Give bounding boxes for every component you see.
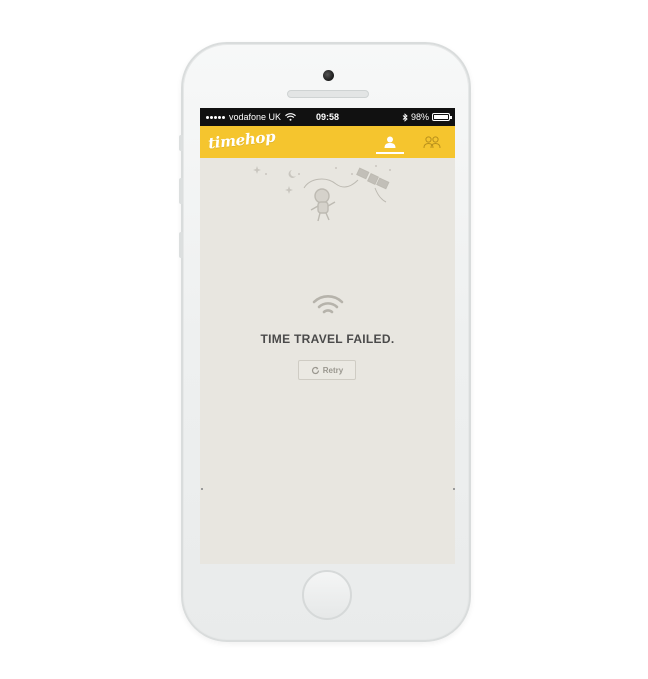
earpiece-speaker xyxy=(287,90,369,98)
error-title: TIME TRAVEL FAILED. xyxy=(260,332,395,346)
screen-edge-mark-left xyxy=(201,488,203,490)
battery-icon xyxy=(432,113,452,121)
stage: vodafone UK 09:58 98% timehop TIME TRAVE… xyxy=(0,0,648,679)
home-button[interactable] xyxy=(302,570,352,620)
status-bar: vodafone UK 09:58 98% xyxy=(200,108,455,126)
front-camera xyxy=(323,70,334,81)
star-icon xyxy=(285,186,293,194)
moon-icon xyxy=(288,170,296,178)
tab-me[interactable] xyxy=(372,126,408,158)
battery-fill xyxy=(434,115,448,119)
star-icon xyxy=(253,166,261,174)
wifi-error-icon xyxy=(312,295,344,314)
status-right: 98% xyxy=(402,108,452,126)
retry-label: Retry xyxy=(322,365,344,375)
app-header: timehop xyxy=(200,126,455,158)
screen-edge-mark-right xyxy=(453,488,455,490)
bluetooth-icon xyxy=(402,112,408,122)
app-screen: vodafone UK 09:58 98% timehop TIME TRAVE… xyxy=(200,108,455,564)
refresh-icon xyxy=(311,366,319,374)
people-icon xyxy=(423,136,441,149)
battery-percent: 98% xyxy=(410,112,429,122)
timehop-logo: timehop xyxy=(207,127,277,153)
person-icon xyxy=(384,136,396,148)
active-tab-indicator xyxy=(376,152,404,154)
mute-switch xyxy=(179,135,183,151)
satellite-icon xyxy=(356,167,390,203)
volume-up-button xyxy=(179,178,183,204)
tab-friends[interactable] xyxy=(414,126,450,158)
space-illustration xyxy=(253,165,391,222)
volume-down-button xyxy=(179,232,183,258)
astronaut-icon xyxy=(303,178,359,222)
retry-button[interactable]: Retry xyxy=(298,360,356,380)
